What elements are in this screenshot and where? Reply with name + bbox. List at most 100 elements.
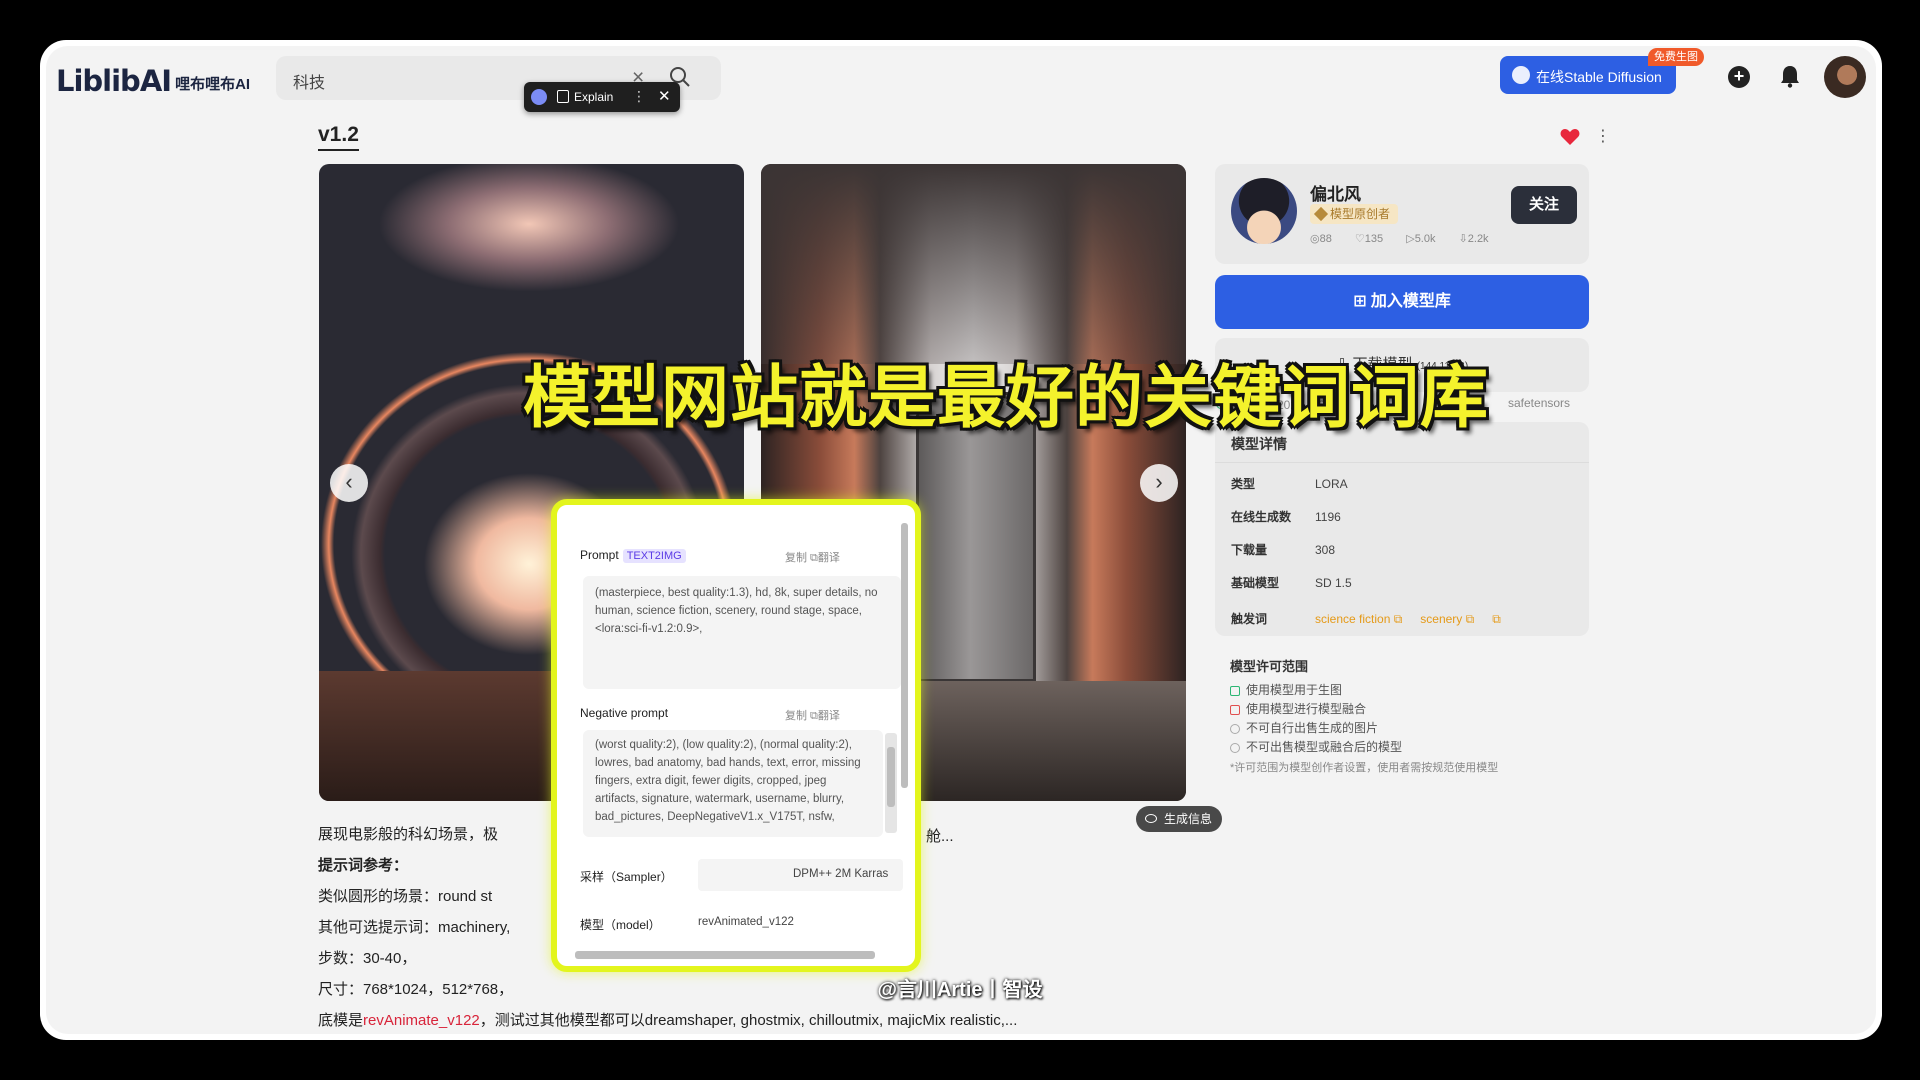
license-item-label: 不可出售模型或融合后的模型 — [1246, 740, 1403, 754]
negative-prompt-label: Negative prompt — [580, 706, 669, 720]
translate-negative-button[interactable]: 翻译 — [818, 710, 840, 722]
desc-base-tail: ，测试过其他模型都可以dreamshaper, ghostmix, chillo… — [479, 1012, 1018, 1029]
popup-content: Prompt TEXT2IMG 复制 ⧉翻译 (masterpiece, best… — [563, 511, 903, 944]
close-icon[interactable]: ✕ — [658, 87, 671, 105]
detail-key: 下载量 — [1231, 543, 1268, 557]
detail-row-type: 类型 LORA — [1231, 475, 1348, 492]
author-avatar[interactable] — [1231, 178, 1297, 244]
detail-value: SD 1.5 — [1315, 576, 1352, 590]
explain-toolbar: Explain ⋮ ✕ — [524, 82, 680, 112]
cross-icon — [1230, 705, 1240, 715]
assistant-icon[interactable] — [531, 89, 547, 105]
site-logo[interactable]: LiblibAI 哩布哩布AI — [56, 64, 250, 98]
check-icon — [1230, 686, 1240, 696]
copy-negative-button[interactable]: 复制 — [785, 710, 807, 722]
create-button[interactable]: + — [1728, 66, 1750, 88]
license-item-label: 使用模型用于生图 — [1246, 683, 1343, 697]
desc-line-1-tail: 舱... — [926, 828, 954, 845]
trigger-word-science-fiction[interactable]: science fiction ⧉ — [1315, 612, 1402, 627]
base-model-link[interactable]: revAnimate_v122 — [363, 1012, 480, 1029]
stat-runs: ▷5.0k — [1406, 233, 1436, 245]
translate-prompt-button[interactable]: 翻译 — [818, 552, 840, 564]
bell-icon[interactable] — [1779, 64, 1801, 88]
license-item: 使用模型用于生图 — [1230, 681, 1498, 700]
model-value: revAnimated_v122 — [698, 916, 794, 928]
author-stats: ◎88 ♡135 ▷5.0k ⇩2.2k — [1310, 232, 1509, 245]
explain-button[interactable]: Explain — [574, 90, 613, 104]
copy-all-triggers-icon[interactable]: ⧉ — [1492, 612, 1501, 627]
license-section: 模型许可范围 使用模型用于生图 使用模型进行模型融合 不可自行出售生成的图片 不… — [1230, 656, 1498, 775]
prompt-label-text: Prompt — [580, 548, 619, 562]
detail-key: 触发词 — [1231, 612, 1268, 626]
stat-runs-value: 5.0k — [1414, 233, 1436, 245]
scroll-thumb[interactable] — [901, 523, 908, 788]
stat-followers-value: 88 — [1319, 233, 1332, 245]
video-watermark: @言川Artie丨智设 — [877, 979, 1043, 1001]
search-input[interactable]: 科技 — [293, 69, 325, 93]
license-item-label: 不可自行出售生成的图片 — [1246, 721, 1379, 735]
detail-row-triggers: 触发词 science fiction ⧉ scenery ⧉ ⧉ — [1231, 610, 1519, 627]
detail-key: 类型 — [1231, 477, 1256, 491]
sampler-label: 采样（Sampler） — [580, 870, 673, 884]
follow-button[interactable]: 关注 — [1511, 186, 1577, 224]
add-to-library-button[interactable]: ⊞ 加入模型库 — [1215, 275, 1589, 329]
license-note: *许可范围为模型创作者设置，使用者需按规范使用模型 — [1230, 762, 1499, 774]
more-icon[interactable]: ⋮ — [632, 88, 646, 105]
popup-vertical-scrollbar[interactable] — [897, 509, 911, 944]
block-icon — [1230, 724, 1240, 734]
prev-image-button[interactable]: ‹ — [330, 464, 368, 502]
detail-value: LORA — [1315, 477, 1348, 491]
prompt-actions: 复制 ⧉翻译 — [785, 552, 840, 564]
logo-mark: LiblibAI — [56, 64, 172, 98]
negative-scrollbar[interactable] — [885, 733, 897, 833]
detail-value: 1196 — [1315, 510, 1341, 524]
model-label: 模型（model） — [580, 918, 661, 932]
license-item: 不可出售模型或融合后的模型 — [1230, 738, 1498, 757]
desc-base-label: 底模是 — [318, 1012, 364, 1029]
version-tab[interactable]: v1.2 — [318, 123, 359, 151]
sampler-value: DPM++ 2M Karras — [793, 868, 889, 880]
trigger-word-label: science fiction — [1315, 612, 1391, 626]
stat-downloads: ⇩2.2k — [1458, 233, 1489, 245]
online-sd-label: 在线Stable Diffusion — [1536, 69, 1662, 85]
details-divider — [1215, 462, 1589, 463]
author-name[interactable]: 偏北风 — [1310, 180, 1361, 205]
detail-key: 在线生成数 — [1231, 510, 1292, 524]
prompt-text[interactable]: (masterpiece, best quality:1.3), hd, 8k,… — [583, 576, 901, 689]
creator-badge-label: 模型原创者 — [1330, 207, 1391, 221]
detail-row-downloads: 下载量 308 — [1231, 541, 1335, 558]
model-details-panel: 模型详情 类型 LORA 在线生成数 1196 下载量 308 基础模型 SD 1.5 … — [1215, 422, 1589, 636]
free-badge: 免费生图 — [1648, 48, 1704, 66]
detail-row-generations: 在线生成数 1196 — [1231, 508, 1341, 525]
book-icon — [557, 90, 569, 103]
video-frame: LiblibAI 哩布哩布AI 科技 × Explain ⋮ ✕ 在线Stabl… — [40, 40, 1882, 1040]
author-card: 偏北风 模型原创者 ◎88 ♡135 ▷5.0k ⇩2.2k 关注 — [1215, 164, 1589, 264]
more-icon[interactable]: ⋮ — [1595, 126, 1611, 146]
scroll-thumb[interactable] — [575, 951, 875, 959]
ceiling-graphic — [761, 164, 1186, 364]
prompt-label: Prompt TEXT2IMG — [580, 548, 686, 563]
text2img-tag: TEXT2IMG — [622, 549, 686, 563]
scroll-thumb[interactable] — [887, 747, 895, 807]
trigger-word-scenery[interactable]: scenery ⧉ — [1420, 612, 1474, 627]
generation-info-popup: Prompt TEXT2IMG 复制 ⧉翻译 (masterpiece, best… — [551, 499, 921, 972]
detail-value: 308 — [1315, 543, 1336, 557]
user-avatar[interactable] — [1824, 56, 1866, 98]
desc-line-7: 底模是revAnimate_v122，测试过其他模型都可以dreamshaper… — [318, 1005, 1218, 1034]
block-icon — [1230, 743, 1240, 753]
copy-prompt-button[interactable]: 复制 — [785, 552, 807, 564]
trigger-word-label: scenery — [1420, 612, 1463, 626]
detail-row-base-model: 基础模型 SD 1.5 — [1231, 574, 1352, 591]
diamond-icon — [1313, 206, 1329, 222]
palette-icon — [1512, 66, 1530, 84]
stat-likes-value: 135 — [1364, 233, 1384, 245]
popup-horizontal-scrollbar[interactable] — [561, 948, 893, 962]
heart-icon[interactable] — [1560, 128, 1580, 146]
browser-screen: LiblibAI 哩布哩布AI 科技 × Explain ⋮ ✕ 在线Stabl… — [46, 46, 1876, 1034]
negative-prompt-text[interactable]: (worst quality:2), (low quality:2), (nor… — [583, 730, 883, 837]
license-item-label: 使用模型进行模型融合 — [1246, 702, 1367, 716]
stat-downloads-value: 2.2k — [1467, 233, 1489, 245]
logo-subtitle: 哩布哩布AI — [175, 76, 251, 93]
negative-actions: 复制 ⧉翻译 — [785, 710, 840, 722]
next-image-button[interactable]: › — [1140, 464, 1178, 502]
